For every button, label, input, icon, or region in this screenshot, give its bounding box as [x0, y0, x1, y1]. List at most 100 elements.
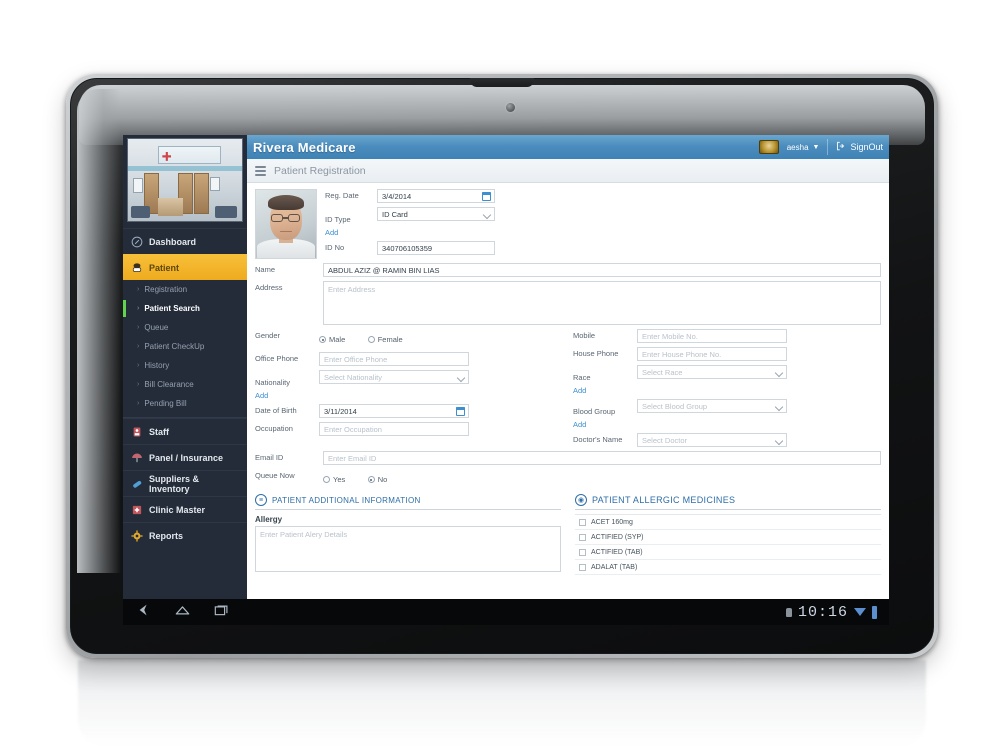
page-header-bar: Patient Registration [247, 159, 889, 183]
two-column-fields: Gender Male Female Office Phone Enter Of… [255, 329, 881, 451]
office-phone-input[interactable]: Enter Office Phone [319, 352, 469, 366]
email-placeholder: Enter Email ID [328, 453, 377, 463]
mobile-input[interactable]: Enter Mobile No. [637, 329, 787, 343]
top-header-bar: Rivera Medicare aesha ▼ SignOut [247, 135, 889, 159]
radio-dot [367, 336, 375, 343]
calendar-icon[interactable] [482, 192, 491, 201]
list-item[interactable]: ACET 160mg [575, 515, 881, 530]
caret-icon: › [137, 305, 140, 312]
sidebar-item-registration[interactable]: › Registration [123, 280, 247, 299]
sidebar-item-dashboard[interactable]: Dashboard [123, 228, 247, 254]
list-item[interactable]: ACTIFIED (SYP) [575, 530, 881, 545]
clock: 10:16 [797, 603, 848, 621]
list-icon: ≡ [255, 494, 267, 506]
id-type-label: ID Type [325, 215, 351, 224]
sidebar-subitem-label: Patient CheckUp [144, 342, 205, 351]
checkbox[interactable] [579, 533, 586, 541]
pill-icon [131, 478, 143, 490]
allergy-textarea[interactable]: Enter Patient Alery Details [255, 526, 561, 572]
blood-group-add-link[interactable]: Add [573, 420, 631, 429]
caret-icon: › [137, 362, 140, 369]
panel-title: PATIENT ADDITIONAL INFORMATION [272, 495, 421, 505]
sidebar-subitem-label: Registration [144, 285, 188, 294]
id-type-add-link[interactable]: Add [325, 228, 371, 237]
checkbox[interactable] [579, 548, 586, 556]
bezel-highlight-left [77, 89, 121, 573]
radio-dot [319, 336, 326, 343]
home-icon[interactable] [174, 603, 191, 622]
race-add-link[interactable]: Add [573, 386, 631, 395]
sidebar-subitem-label: History [144, 361, 170, 370]
reg-date-row: Reg. Date 3/4/2014 [325, 189, 881, 203]
sidebar-item-clinic-master[interactable]: Clinic Master [123, 496, 247, 522]
clinic-interior-photo [127, 138, 243, 222]
main-content: Rivera Medicare aesha ▼ SignOut Patient … [247, 135, 889, 599]
gender-radio-male[interactable]: Male [319, 335, 345, 344]
sidebar: Dashboard Patient › Registration › Patie… [123, 135, 247, 599]
header-right-group: aesha ▼ SignOut [758, 139, 883, 155]
queue-now-radio-yes[interactable]: Yes [323, 475, 345, 484]
patient-identity-block: Reg. Date 3/4/2014 ID Type Add ID Card I… [255, 189, 881, 259]
list-item[interactable]: ADALAT (TAB) [575, 560, 881, 575]
calendar-icon[interactable] [456, 407, 465, 416]
id-no-row: ID No 340706105359 [325, 241, 881, 255]
id-type-select[interactable]: ID Card [377, 207, 495, 221]
sidebar-item-patient-checkup[interactable]: › Patient CheckUp [123, 337, 247, 356]
list-item[interactable]: ACTIFIED (TAB) [575, 545, 881, 560]
chevron-down-icon [774, 368, 784, 378]
sidebar-item-queue[interactable]: › Queue [123, 318, 247, 337]
blood-group-select[interactable]: Select Blood Group [637, 399, 787, 413]
caret-icon: › [137, 381, 140, 388]
caret-icon: › [137, 286, 140, 293]
battery-icon [872, 605, 877, 619]
radio-dot [323, 476, 330, 483]
doctors-name-select[interactable]: Select Doctor [637, 433, 787, 447]
sidebar-subitem-label: Queue [144, 323, 169, 332]
signout-button[interactable]: SignOut [836, 141, 883, 153]
reg-date-input[interactable]: 3/4/2014 [377, 189, 495, 203]
user-menu[interactable]: aesha ▼ [787, 143, 820, 152]
hamburger-icon[interactable] [255, 165, 266, 176]
sidebar-item-patient-search[interactable]: › Patient Search [123, 299, 247, 318]
sidebar-item-label: Patient [149, 262, 180, 273]
sidebar-item-panel-insurance[interactable]: Panel / Insurance [123, 444, 247, 470]
umbrella-icon [131, 452, 143, 464]
sidebar-item-pending-bill[interactable]: › Pending Bill [123, 394, 247, 413]
name-input[interactable]: ABDUL AZIZ @ RAMIN BIN LIAS [323, 263, 881, 277]
sidebar-item-patient[interactable]: Patient [123, 254, 247, 280]
queue-now-row: Queue Now Yes No [255, 469, 881, 488]
checkbox[interactable] [579, 563, 586, 571]
identity-fields: Reg. Date 3/4/2014 ID Type Add ID Card I… [325, 189, 881, 259]
queue-now-radio-no[interactable]: No [367, 475, 387, 484]
date-of-birth-input[interactable]: 3/11/2014 [319, 404, 469, 418]
clinic-logo-badge-icon [758, 140, 779, 154]
house-phone-input[interactable]: Enter House Phone No. [637, 347, 787, 361]
signout-icon [836, 141, 846, 153]
sidebar-item-history[interactable]: › History [123, 356, 247, 375]
camera-icon: ◉ [575, 494, 587, 506]
sidebar-item-suppliers-inventory[interactable]: Suppliers & Inventory [123, 470, 247, 496]
address-textarea[interactable]: Enter Address [323, 281, 881, 325]
nationality-placeholder: Select Nationality [324, 372, 382, 382]
date-of-birth-label: Date of Birth [255, 406, 297, 415]
email-input[interactable]: Enter Email ID [323, 451, 881, 465]
occupation-input[interactable]: Enter Occupation [319, 422, 469, 436]
sidebar-item-reports[interactable]: Reports [123, 522, 247, 548]
gender-row: Gender Male Female [255, 329, 563, 348]
tablet-screen: Dashboard Patient › Registration › Patie… [123, 135, 889, 599]
recents-icon[interactable] [213, 603, 230, 622]
date-of-birth-row: Date of Birth 3/11/2014 [255, 404, 563, 418]
race-select[interactable]: Select Race [637, 365, 787, 379]
sidebar-item-staff[interactable]: Staff [123, 418, 247, 444]
id-no-value: 340706105359 [382, 243, 433, 253]
house-phone-placeholder: Enter House Phone No. [642, 349, 722, 359]
nationality-add-link[interactable]: Add [255, 391, 313, 400]
id-no-input[interactable]: 340706105359 [377, 241, 495, 255]
back-icon[interactable] [135, 603, 152, 622]
checkbox[interactable] [579, 518, 586, 526]
patient-portrait [255, 189, 317, 259]
gender-radio-female[interactable]: Female [367, 335, 403, 344]
sidebar-item-bill-clearance[interactable]: › Bill Clearance [123, 375, 247, 394]
sidebar-subitem-label: Patient Search [144, 304, 200, 313]
nationality-select[interactable]: Select Nationality [319, 370, 469, 384]
